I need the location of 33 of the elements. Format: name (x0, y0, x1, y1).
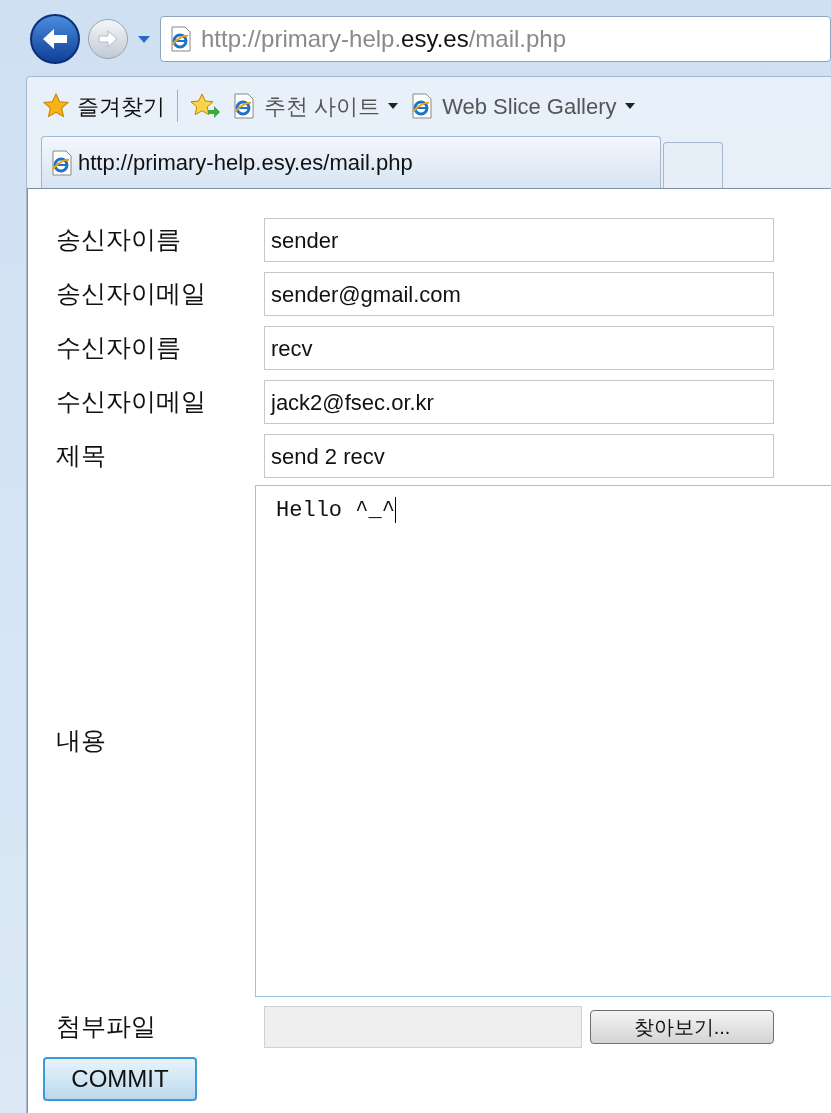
field-label: 수신자이름 (56, 332, 182, 364)
favorites-button[interactable]: 즐겨찾기 (43, 89, 165, 123)
back-button[interactable] (30, 14, 80, 64)
favorites-bar-item[interactable]: Web Slice Gallery (410, 89, 635, 123)
browser-page-icon (169, 26, 193, 52)
address-field[interactable]: http://primary-help.esy.es/mail.php (160, 16, 831, 62)
favorites-bar-item[interactable]: 추천 사이트 (232, 89, 399, 123)
text-input-field[interactable]: recv (264, 326, 774, 370)
field-label: 내용 (56, 725, 107, 757)
file-path-field[interactable] (264, 1006, 582, 1048)
commit-button[interactable]: COMMIT (43, 1057, 197, 1101)
field-label: 첨부파일 (56, 1011, 157, 1043)
text-input-field[interactable]: send 2 recv (264, 434, 774, 478)
message-textarea[interactable]: Hello ^_^ (255, 485, 831, 997)
field-label: 송신자이메일 (56, 278, 207, 310)
browser-tab[interactable]: http://primary-help.esy.es/mail.php (41, 136, 661, 188)
browser-page-icon (410, 93, 435, 119)
text-input-field[interactable]: sender (264, 218, 774, 262)
field-label: 수신자이메일 (56, 386, 207, 418)
browser-page-icon (50, 149, 74, 176)
star-icon (43, 93, 69, 119)
browse-button[interactable]: 찾아보기... (590, 1010, 774, 1044)
browser-tab[interactable] (663, 142, 723, 188)
text-input-field[interactable]: sender@gmail.com (264, 272, 774, 316)
browser-page-icon (232, 93, 256, 119)
left-arrow-icon (41, 27, 69, 51)
field-label: 제목 (56, 440, 107, 472)
add-favorite-icon[interactable] (190, 93, 220, 119)
text-input-field[interactable]: jack2@fsec.or.kr (264, 380, 774, 424)
caret-icon (138, 35, 150, 43)
field-label: 송신자이름 (56, 224, 182, 256)
forward-button[interactable] (88, 19, 128, 59)
right-arrow-icon (97, 30, 119, 48)
